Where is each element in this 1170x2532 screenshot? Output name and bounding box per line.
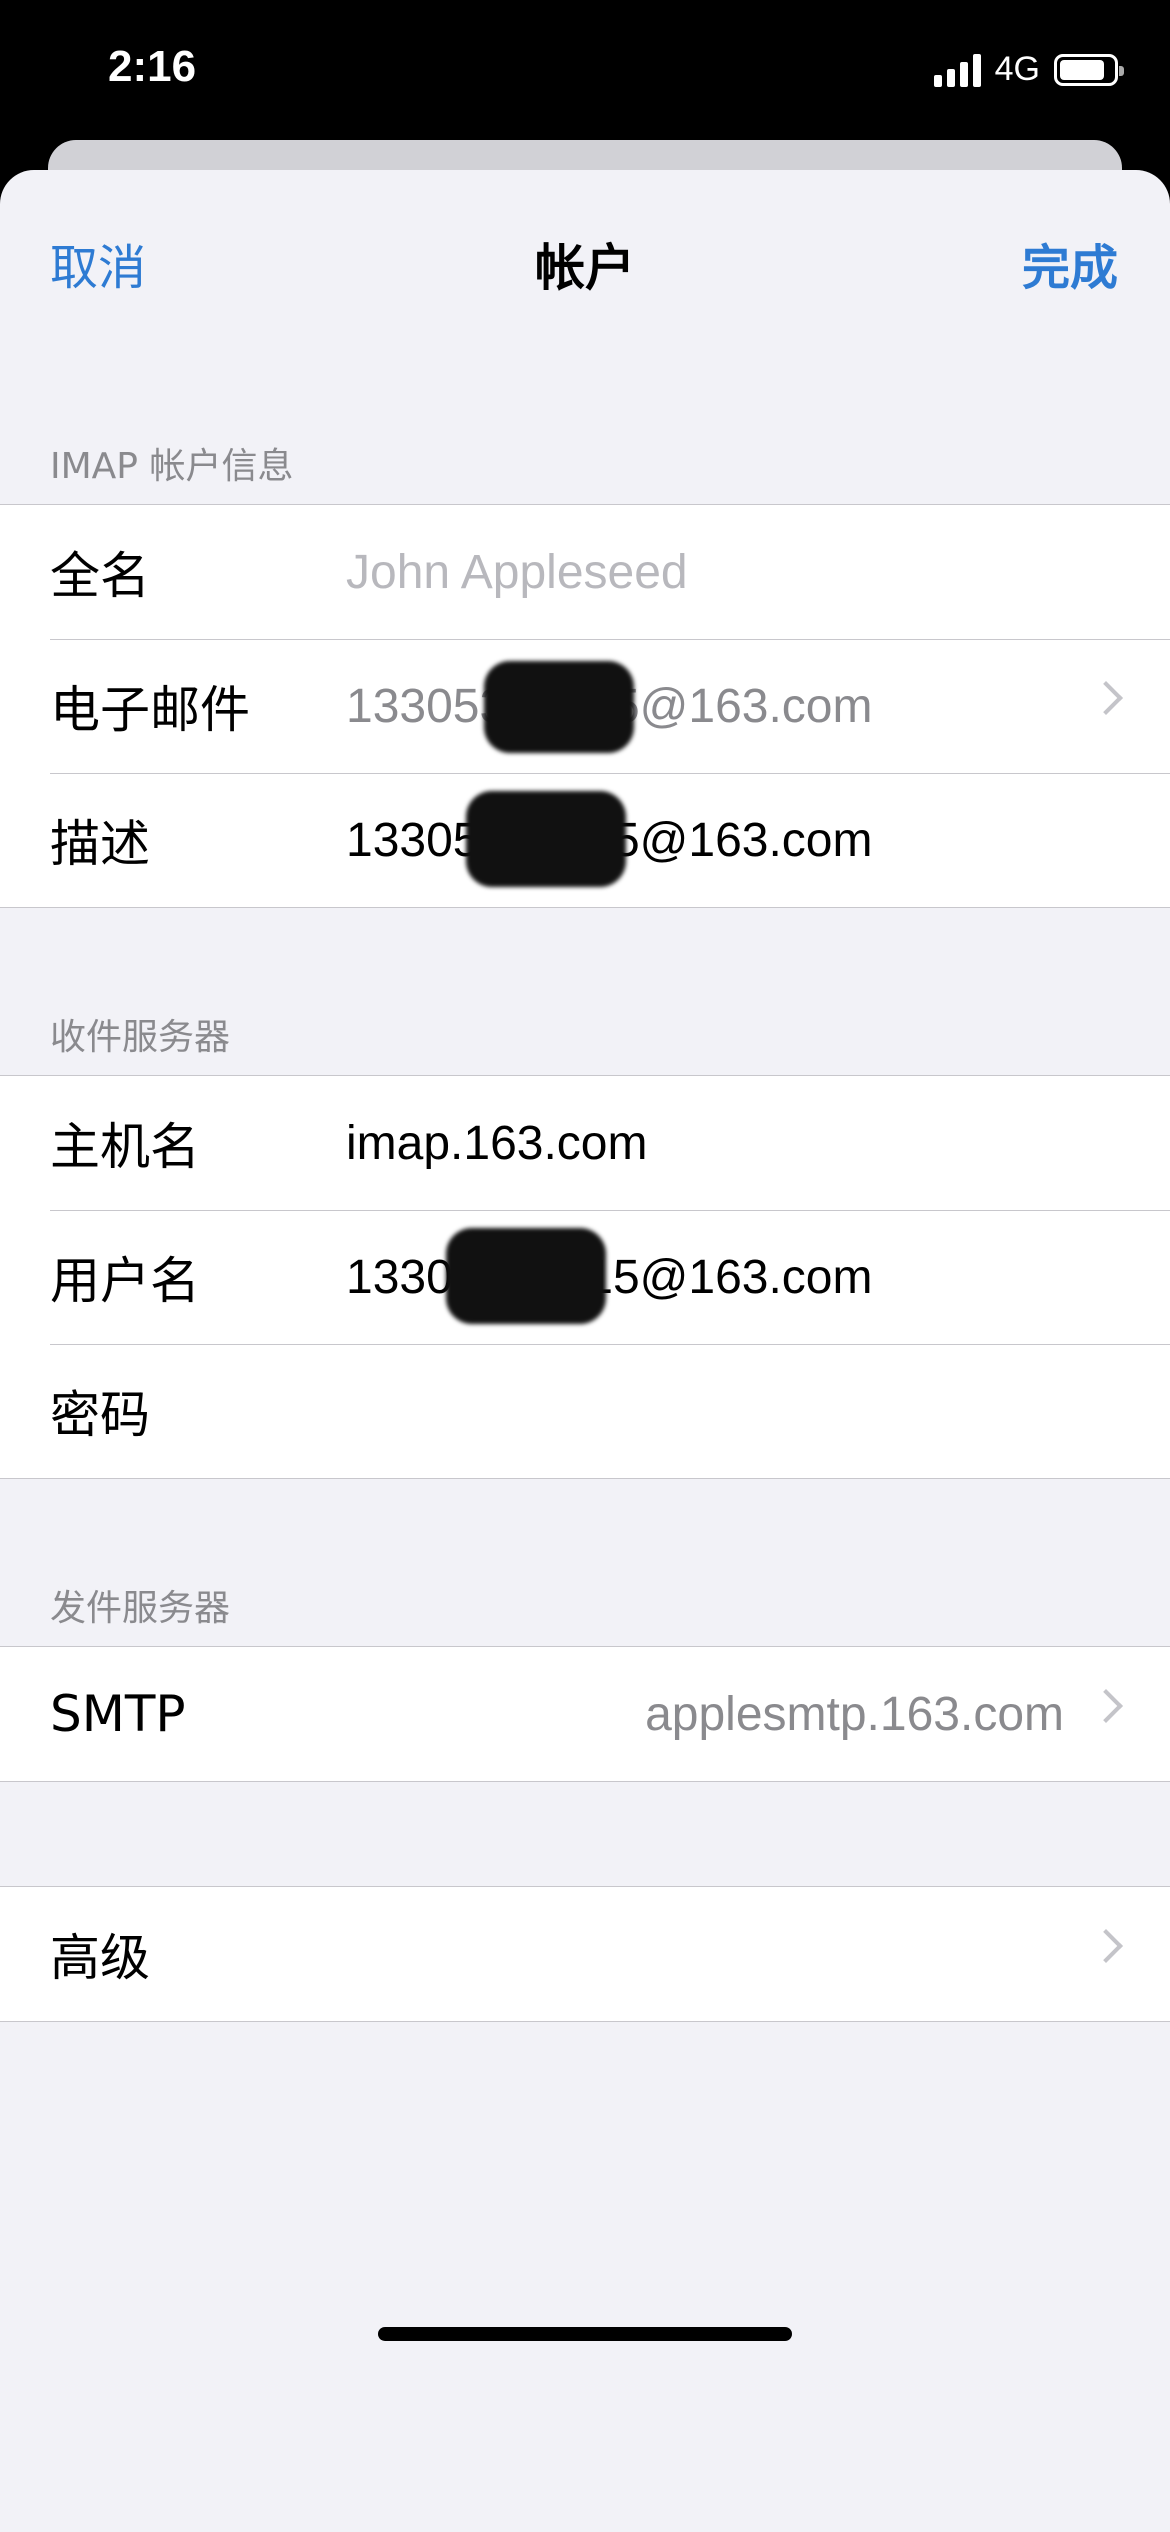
username-field[interactable]: 13305376015@163.com [346, 1250, 872, 1305]
password-label: 密码 [50, 1386, 150, 1444]
done-button[interactable]: 完成 [1022, 228, 1118, 298]
redaction-mark [466, 791, 626, 887]
email-row[interactable]: 电子邮件 13305376015@163.com [0, 639, 1170, 773]
host-label: 主机名 [50, 1118, 200, 1176]
full-name-label: 全名 [50, 547, 150, 605]
incoming-server-group: 主机名 imap.163.com 用户名 13305376015@163.com… [0, 1075, 1170, 1479]
full-name-row[interactable]: 全名 John Appleseed [0, 505, 1170, 639]
status-bar: 2:16 4G [0, 0, 1170, 140]
status-time: 2:16 [108, 42, 197, 91]
advanced-row[interactable]: 高级 [0, 1887, 1170, 2021]
redaction-mark [484, 661, 634, 753]
description-label: 描述 [50, 815, 150, 873]
smtp-value: applesmtp.163.com [645, 1687, 1064, 1741]
chevron-right-icon [1089, 681, 1123, 715]
page-title: 帐户 [535, 239, 635, 297]
email-label: 电子邮件 [50, 681, 250, 739]
chevron-right-icon [1089, 1689, 1123, 1723]
cellular-signal-icon [933, 53, 981, 87]
outgoing-server-group: SMTP applesmtp.163.com [0, 1646, 1170, 1782]
section-header-incoming: 收件服务器 [50, 1017, 231, 1058]
section-header-imap: IMAP 帐户信息 [50, 446, 294, 487]
network-type-label: 4G [994, 50, 1040, 88]
status-indicators: 4G [933, 50, 1124, 89]
password-row[interactable]: 密码 [0, 1344, 1170, 1478]
chevron-right-icon [1089, 1929, 1123, 1963]
home-indicator[interactable] [378, 2327, 792, 2341]
username-label: 用户名 [50, 1252, 200, 1310]
account-sheet: 取消 帐户 完成 IMAP 帐户信息 全名 John Appleseed 电子邮… [0, 170, 1170, 2532]
nav-bar: 取消 帐户 完成 [0, 170, 1170, 340]
redaction-mark [446, 1228, 606, 1324]
battery-icon [1054, 53, 1124, 86]
imap-account-group: 全名 John Appleseed 电子邮件 13305376015@163.c… [0, 504, 1170, 908]
smtp-row[interactable]: SMTP applesmtp.163.com [0, 1647, 1170, 1781]
advanced-group: 高级 [0, 1886, 1170, 2022]
section-header-outgoing: 发件服务器 [50, 1588, 231, 1629]
advanced-label: 高级 [50, 1929, 150, 1987]
host-field[interactable]: imap.163.com [346, 1116, 647, 1171]
full-name-field[interactable]: John Appleseed [346, 545, 688, 600]
host-row[interactable]: 主机名 imap.163.com [0, 1076, 1170, 1210]
description-row[interactable]: 描述 13305376015@163.com [0, 773, 1170, 907]
username-row[interactable]: 用户名 13305376015@163.com [0, 1210, 1170, 1344]
smtp-label: SMTP [50, 1685, 186, 1743]
